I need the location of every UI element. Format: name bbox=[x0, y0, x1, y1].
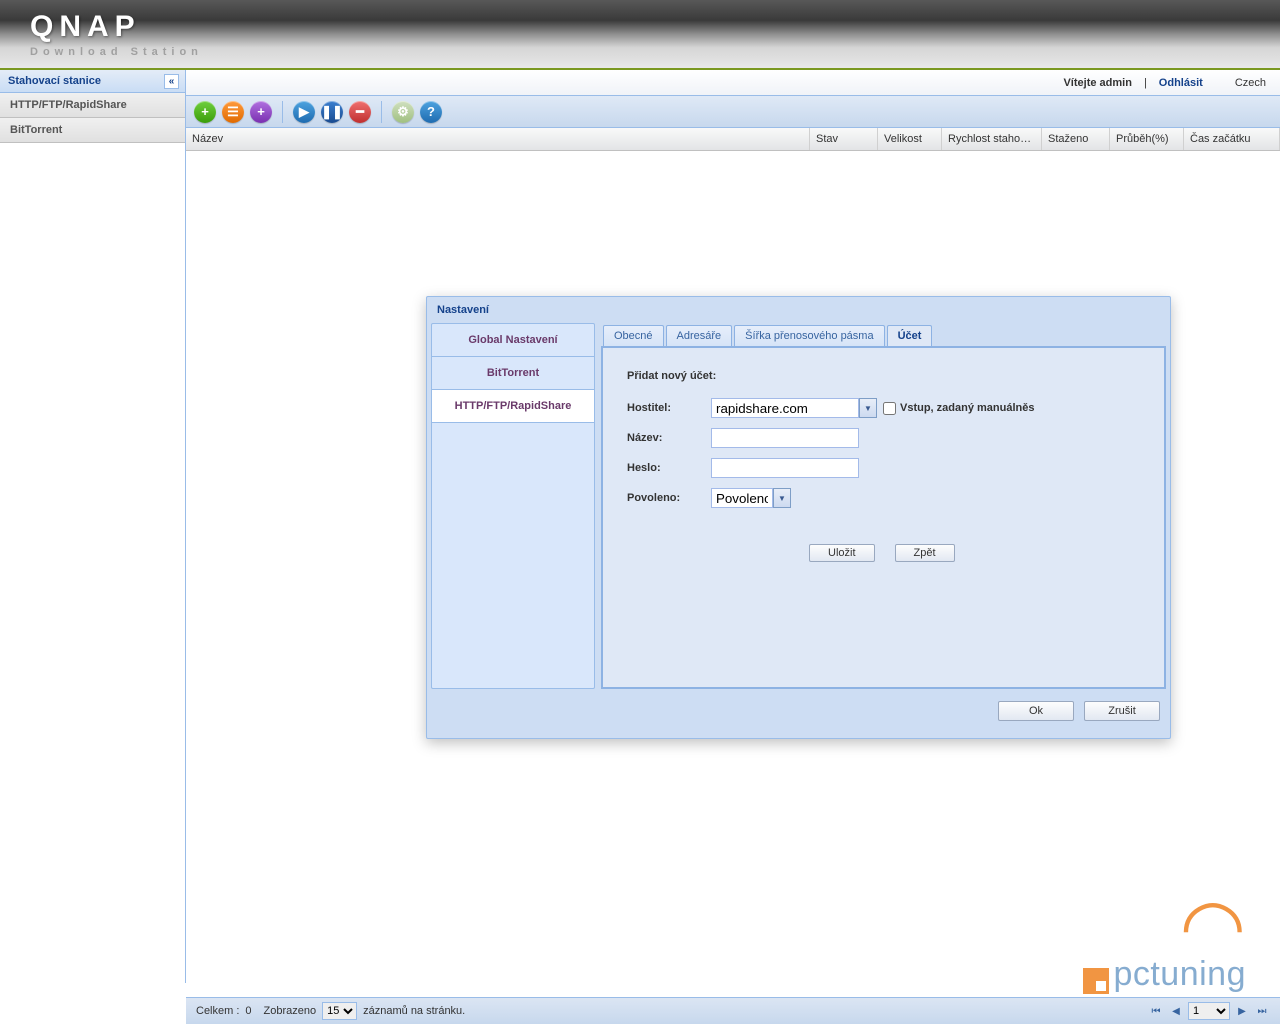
enabled-label: Povoleno: bbox=[627, 492, 711, 504]
manual-checkbox[interactable] bbox=[883, 402, 896, 415]
content-area: Vítejte admin | Odhlásit Czech + ☰ + ▶ ❚… bbox=[186, 70, 1280, 983]
records-label: záznamů na stránku. bbox=[363, 1005, 465, 1017]
save-button[interactable]: Uložit bbox=[809, 544, 875, 562]
per-page-select[interactable]: 15 bbox=[322, 1002, 357, 1020]
settings-modal: Nastavení Global Nastavení BitTorrent HT… bbox=[426, 296, 1171, 739]
tab-general[interactable]: Obecné bbox=[603, 325, 664, 346]
cancel-button[interactable]: Zrušit bbox=[1084, 701, 1160, 721]
app-header: QNAP Download Station bbox=[0, 0, 1280, 70]
tab-account[interactable]: Účet bbox=[887, 325, 933, 346]
modal-title: Nastavení bbox=[427, 297, 1170, 323]
col-speed[interactable]: Rychlost staho… bbox=[942, 128, 1042, 150]
pause-icon[interactable]: ❚❚ bbox=[321, 101, 343, 123]
start-icon[interactable]: ▶ bbox=[293, 101, 315, 123]
sidebar-title-text: Stahovací stanice bbox=[8, 75, 101, 87]
last-page-icon[interactable]: ⏭ bbox=[1254, 1003, 1270, 1019]
logout-link[interactable]: Odhlásit bbox=[1159, 77, 1203, 89]
add-account-label: Přidat nový účet: bbox=[627, 370, 1140, 382]
ok-button[interactable]: Ok bbox=[998, 701, 1074, 721]
prev-page-icon[interactable]: ◀ bbox=[1168, 1003, 1184, 1019]
help-icon[interactable]: ? bbox=[420, 101, 442, 123]
language-label[interactable]: Czech bbox=[1235, 77, 1266, 89]
password-label: Heslo: bbox=[627, 462, 711, 474]
col-downloaded[interactable]: Staženo bbox=[1042, 128, 1110, 150]
col-state[interactable]: Stav bbox=[810, 128, 878, 150]
settings-icon[interactable]: ⚙ bbox=[392, 101, 414, 123]
stop-icon[interactable]: ━ bbox=[349, 101, 371, 123]
back-button[interactable]: Zpět bbox=[895, 544, 955, 562]
brand-logo: QNAP Download Station bbox=[30, 10, 203, 58]
watermark: ◠ pctuning bbox=[1083, 908, 1246, 994]
settings-nav: Global Nastavení BitTorrent HTTP/FTP/Rap… bbox=[431, 323, 595, 689]
nav-http[interactable]: HTTP/FTP/RapidShare bbox=[432, 390, 594, 423]
topbar: Vítejte admin | Odhlásit Czech bbox=[186, 70, 1280, 96]
total-value: 0 bbox=[245, 1005, 251, 1017]
collapse-icon[interactable]: « bbox=[164, 74, 179, 89]
nav-global[interactable]: Global Nastavení bbox=[432, 324, 594, 357]
grid-header: Název Stav Velikost Rychlost staho… Staž… bbox=[186, 128, 1280, 151]
toolbar-separator bbox=[282, 101, 283, 123]
shown-label: Zobrazeno bbox=[264, 1005, 317, 1017]
tabs: Obecné Adresáře Šířka přenosového pásma … bbox=[601, 323, 1166, 346]
host-label: Hostitel: bbox=[627, 402, 711, 414]
pager: ⏮ ◀ 1 ▶ ⏭ bbox=[1148, 1002, 1270, 1020]
name-label: Název: bbox=[627, 432, 711, 444]
password-input[interactable] bbox=[711, 458, 859, 478]
nav-bittorrent[interactable]: BitTorrent bbox=[432, 357, 594, 390]
enabled-combo[interactable]: ▼ bbox=[711, 488, 791, 508]
brand-subtitle: Download Station bbox=[30, 46, 203, 58]
tab-panel: Přidat nový účet: Hostitel: ▼ Vstup, zad… bbox=[601, 346, 1166, 689]
add-url-icon[interactable]: + bbox=[250, 101, 272, 123]
settings-body: Obecné Adresáře Šířka přenosového pásma … bbox=[601, 323, 1166, 689]
toolbar: + ☰ + ▶ ❚❚ ━ ⚙ ? bbox=[186, 96, 1280, 128]
square-icon bbox=[1083, 968, 1109, 994]
manual-label: Vstup, zadaný manuálněs bbox=[900, 402, 1034, 414]
sidebar-item-bittorrent[interactable]: BitTorrent bbox=[0, 118, 185, 143]
col-name[interactable]: Název bbox=[186, 128, 810, 150]
tab-directories[interactable]: Adresáře bbox=[666, 325, 733, 346]
sidebar-title: Stahovací stanice « bbox=[0, 70, 185, 93]
col-progress[interactable]: Průběh(%) bbox=[1110, 128, 1184, 150]
toolbar-separator bbox=[381, 101, 382, 123]
tab-bandwidth[interactable]: Šířka přenosového pásma bbox=[734, 325, 884, 346]
host-combo[interactable]: ▼ bbox=[711, 398, 877, 418]
page-select[interactable]: 1 bbox=[1188, 1002, 1230, 1020]
total-label: Celkem : bbox=[196, 1005, 239, 1017]
host-input[interactable] bbox=[711, 398, 859, 418]
sidebar: Stahovací stanice « HTTP/FTP/RapidShare … bbox=[0, 70, 186, 983]
chevron-down-icon[interactable]: ▼ bbox=[859, 398, 877, 418]
col-size[interactable]: Velikost bbox=[878, 128, 942, 150]
sidebar-item-http[interactable]: HTTP/FTP/RapidShare bbox=[0, 93, 185, 118]
col-start[interactable]: Čas začátku bbox=[1184, 128, 1280, 150]
welcome-text: Vítejte admin bbox=[1063, 77, 1131, 89]
separator: | bbox=[1144, 77, 1147, 89]
enabled-input[interactable] bbox=[711, 488, 773, 508]
name-input[interactable] bbox=[711, 428, 859, 448]
rss-icon[interactable]: ☰ bbox=[222, 101, 244, 123]
brand-name: QNAP bbox=[30, 10, 203, 44]
first-page-icon[interactable]: ⏮ bbox=[1148, 1003, 1164, 1019]
add-icon[interactable]: + bbox=[194, 101, 216, 123]
statusbar: Celkem : 0 Zobrazeno 15 záznamů na strán… bbox=[186, 997, 1280, 1024]
next-page-icon[interactable]: ▶ bbox=[1234, 1003, 1250, 1019]
modal-footer: Ok Zrušit bbox=[427, 693, 1170, 729]
chevron-down-icon[interactable]: ▼ bbox=[773, 488, 791, 508]
watermark-text: pctuning bbox=[1113, 955, 1246, 994]
